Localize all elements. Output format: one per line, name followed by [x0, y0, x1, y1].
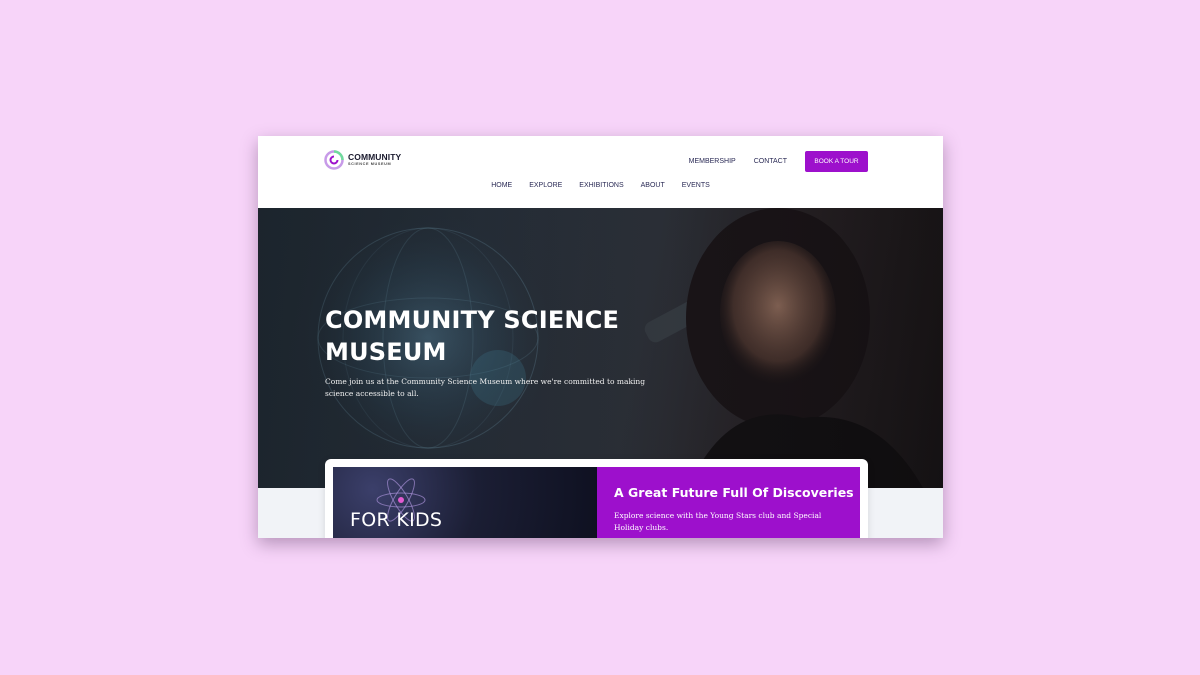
- discoveries-panel: A Great Future Full Of Discoveries Explo…: [597, 467, 860, 538]
- site-header: COMMUNITY SCIENCE MUSEUM MEMBERSHIP CONT…: [258, 136, 943, 208]
- site-logo[interactable]: COMMUNITY SCIENCE MUSEUM: [324, 149, 401, 171]
- utility-nav: MEMBERSHIP CONTACT BOOK A TOUR: [689, 151, 868, 172]
- discoveries-title: A Great Future Full Of Discoveries: [614, 485, 854, 500]
- logo-wordmark: COMMUNITY SCIENCE MUSEUM: [348, 153, 401, 166]
- discoveries-text: Explore science with the Young Stars clu…: [614, 511, 822, 532]
- feature-card: FOR KIDS A Great Future Full Of Discover…: [325, 459, 868, 538]
- hero-title: COMMUNITY SCIENCE MUSEUM: [325, 306, 620, 366]
- hero-section: COMMUNITY SCIENCE MUSEUM Come join us at…: [258, 208, 943, 488]
- nav-item-exhibitions[interactable]: EXHIBITIONS: [579, 182, 623, 189]
- hero-subtitle: Come join us at the Community Science Mu…: [325, 377, 646, 398]
- nav-item-about[interactable]: ABOUT: [641, 182, 665, 189]
- contact-link[interactable]: CONTACT: [754, 158, 787, 165]
- swirl-logo-icon: [324, 150, 344, 170]
- nav-item-events[interactable]: EVENTS: [682, 182, 710, 189]
- book-a-tour-button[interactable]: BOOK A TOUR: [805, 151, 868, 172]
- logo-name-line1: COMMUNITY: [348, 152, 402, 163]
- nav-item-home[interactable]: HOME: [491, 182, 512, 189]
- for-kids-label: FOR KIDS: [350, 509, 443, 531]
- membership-link[interactable]: MEMBERSHIP: [689, 158, 736, 165]
- main-nav: HOME EXPLORE EXHIBITIONS ABOUT EVENTS: [258, 182, 943, 189]
- nav-item-explore[interactable]: EXPLORE: [529, 182, 562, 189]
- logo-name-line2: SCIENCE MUSEUM: [348, 161, 392, 166]
- website-frame: COMMUNITY SCIENCE MUSEUM MEMBERSHIP CONT…: [258, 136, 943, 538]
- for-kids-panel[interactable]: FOR KIDS: [333, 467, 597, 538]
